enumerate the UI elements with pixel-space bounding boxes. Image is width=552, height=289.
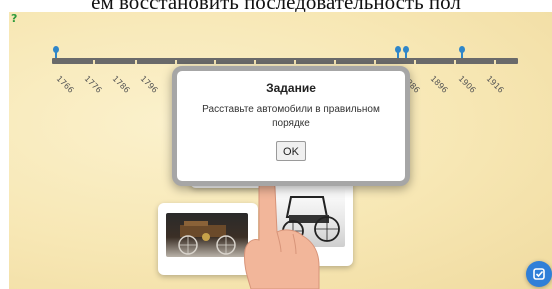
timeline-year: 1896 [428,74,450,95]
timeline-year: 1916 [484,74,506,95]
timeline-tick [294,60,296,64]
timeline-tick [414,60,416,64]
ok-button[interactable]: OK [276,141,306,161]
timeline-tick [454,60,456,64]
timeline-year: 1786 [110,74,132,95]
timeline-bar [52,58,518,64]
timeline-year: 1776 [82,74,104,95]
help-icon[interactable]: ? [11,13,23,25]
timeline-year: 1796 [138,74,160,95]
check-button[interactable] [526,261,552,287]
timeline-tick [93,60,95,64]
timeline-year: 1766 [54,74,76,95]
timeline-tick [494,60,496,64]
timeline-marker-icon[interactable] [395,46,401,58]
motorwagen-image [178,221,236,255]
dialog-title: Задание [266,81,316,95]
timeline-marker-icon[interactable] [403,46,409,58]
check-icon [533,268,545,280]
timeline-tick [214,60,216,64]
timeline-tick [374,60,376,64]
game-stage[interactable]: ? 1766 1776 1786 1796 1886 1896 1906 191… [9,12,552,289]
timeline-tick [334,60,336,64]
timeline-marker-icon[interactable] [53,46,59,58]
dialog-text: Расставьте автомобили в правильном поряд… [202,104,380,129]
timeline-marker-icon[interactable] [459,46,465,58]
task-dialog: Задание Расставьте автомобили в правильн… [172,66,410,186]
timeline-tick [254,60,256,64]
timeline-tick [135,60,137,64]
timeline-tick [175,60,177,64]
pointing-hand-icon [244,179,320,289]
timeline-year: 1906 [456,74,478,95]
car-photo [166,213,248,257]
